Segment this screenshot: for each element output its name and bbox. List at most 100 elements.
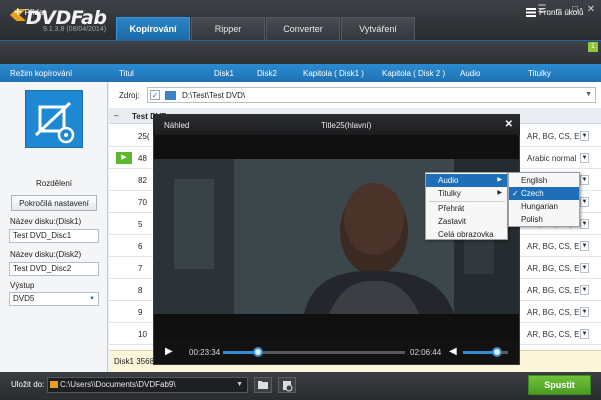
browse-folder-button[interactable] (254, 377, 272, 393)
add-button-label: Přidat (24, 7, 46, 17)
split-mode-label: Rozdělení (35, 179, 73, 188)
col-header-subtitles[interactable]: Titulky (528, 69, 551, 78)
menu-item-label: Zastavit (438, 217, 467, 226)
subtitles-dropdown[interactable]: ▼ (580, 197, 589, 207)
subtitles-dropdown[interactable]: ▼ (580, 131, 589, 141)
menu-item-label: Přehrát (438, 204, 465, 213)
preview-close-icon[interactable]: ✕ (505, 119, 513, 130)
output-path: C:\Users\\Documents\DVDFab9\ (60, 380, 176, 389)
output-path-select[interactable]: C:\Users\\Documents\DVDFab9\ ▼ (47, 377, 248, 393)
audio-option-czech[interactable]: ✓ Czech (509, 187, 579, 200)
subtitles-dropdown[interactable]: ▼ (580, 175, 589, 185)
title-number: 82 (138, 176, 147, 185)
source-checkbox[interactable]: ✓ (150, 90, 160, 100)
submenu-arrow-icon: ▶ (497, 190, 502, 196)
task-queue-button[interactable]: Fronta úkolů (526, 4, 583, 20)
title-number: 9 (138, 308, 143, 317)
tab-label: Kopírování (129, 24, 177, 34)
subtitles-dropdown[interactable]: ▼ (580, 307, 589, 317)
title-number: 70 (138, 198, 147, 207)
folder-icon (165, 91, 176, 100)
menu-item-audio[interactable]: Audio ▶ (426, 174, 507, 187)
subtitles-value: AR, BG, CS, E... (527, 308, 587, 317)
start-button[interactable]: Spustit (528, 375, 591, 395)
audio-option-label: English (521, 176, 548, 185)
column-header-row: Režim kopírování Titul Disk1 Disk2 Kapit… (0, 64, 601, 82)
menu-item-play[interactable]: Přehrát (426, 202, 507, 215)
preview-title-bar[interactable]: Náhled Title25(hlavní) ✕ (153, 114, 520, 135)
split-mode-tile[interactable] (25, 90, 83, 148)
col-header-chapter2[interactable]: Kapitola ( Disk 2 ) (382, 69, 445, 78)
col-header-title[interactable]: Titul (119, 69, 134, 78)
subtitles-dropdown[interactable]: ▼ (580, 329, 589, 339)
subtitles-value: Arabic normal (527, 154, 577, 163)
source-label: Zdroj: (119, 91, 140, 100)
menu-item-label: Celá obrazovka (438, 230, 494, 239)
output-label: Výstup (10, 281, 35, 290)
title-number: 7 (138, 264, 143, 273)
col-header-chapter1[interactable]: Kapitola ( Disk1 ) (303, 69, 364, 78)
tab-label: Converter (283, 24, 323, 34)
subtitles-value: AR, BG, CS, E... (527, 286, 587, 295)
tab-converter[interactable]: Converter (266, 17, 340, 40)
title-number: 6 (138, 242, 143, 251)
split-icon (34, 101, 75, 144)
iso-output-button[interactable] (278, 377, 296, 393)
add-button[interactable]: + Přidat (14, 4, 46, 20)
current-time: 00:23:34 (189, 348, 221, 357)
tab-vytvareni[interactable]: Vytváření (341, 17, 415, 40)
disc-size-text: Disk1 3568 (114, 357, 155, 366)
preview-window-title: Náhled (164, 121, 190, 130)
volume-icon[interactable]: ◀ (449, 346, 457, 357)
subtitles-dropdown[interactable]: ▼ (580, 153, 589, 163)
advanced-settings-button[interactable]: Pokročilá nastavení (11, 195, 97, 211)
output-select[interactable]: DVD5 ▼ (9, 292, 99, 306)
audio-option-label: Polish (521, 215, 543, 224)
volume-handle[interactable] (491, 347, 502, 357)
audio-option-label: Czech (521, 189, 544, 198)
subtitles-dropdown[interactable]: ▼ (580, 219, 589, 229)
seek-handle[interactable] (252, 347, 263, 357)
menu-item-fullscreen[interactable]: Celá obrazovka (426, 228, 507, 241)
disc1-name-input[interactable]: Test DVD_Disc1 (9, 229, 99, 243)
tab-ripper[interactable]: Ripper (191, 17, 265, 40)
disc2-name-label: Název disku:(Disk2) (10, 250, 82, 259)
collapse-icon[interactable]: – (114, 111, 118, 120)
close-icon[interactable]: ✕ (584, 4, 598, 16)
source-select[interactable]: ✓ D:\Test\Test DVD\ ▼ (147, 87, 596, 103)
subtitles-dropdown[interactable]: ▼ (580, 241, 589, 251)
chevron-down-icon[interactable]: ▼ (585, 91, 592, 98)
audio-submenu: English ✓ Czech Hungarian Polish (508, 172, 580, 227)
output-selected-value: DVD5 (13, 294, 35, 303)
play-title-icon[interactable]: ▶ (116, 152, 132, 164)
chevron-down-icon: ▼ (236, 381, 243, 388)
subtitles-dropdown[interactable]: ▼ (580, 285, 589, 295)
subtitles-dropdown[interactable]: ▼ (580, 263, 589, 273)
col-header-disc2[interactable]: Disk2 (257, 69, 277, 78)
tab-label: Ripper (214, 24, 242, 34)
source-path: D:\Test\Test DVD\ (182, 91, 246, 100)
audio-option-english[interactable]: English (509, 174, 579, 187)
title-number: 48 (138, 154, 147, 163)
audio-option-label: Hungarian (521, 202, 558, 211)
total-time: 02:06:44 (410, 348, 442, 357)
title-number: 25( (138, 132, 150, 141)
title-number: 8 (138, 286, 143, 295)
subtitles-value: AR, BG, CS, E... (527, 330, 587, 339)
menu-item-subtitles[interactable]: Titulky ▶ (426, 187, 507, 200)
save-to-label: Uložit do: (11, 380, 45, 389)
tab-label: Vytváření (359, 24, 397, 34)
col-header-disc1[interactable]: Disk1 (214, 69, 234, 78)
menu-item-stop[interactable]: Zastavit (426, 215, 507, 228)
play-icon[interactable]: ▶ (165, 346, 173, 357)
title-number: 5 (138, 220, 143, 229)
disc2-name-input[interactable]: Test DVD_Disc2 (9, 262, 99, 276)
toolbar (0, 40, 601, 64)
subtitles-value: AR, BG, CS, E... (527, 264, 587, 273)
menu-item-label: Titulky (438, 189, 461, 198)
audio-option-hungarian[interactable]: Hungarian (509, 200, 579, 213)
submenu-arrow-icon: ▶ (497, 177, 502, 183)
col-header-audio[interactable]: Audio (460, 69, 480, 78)
audio-option-polish[interactable]: Polish (509, 213, 579, 226)
tab-kopirovani[interactable]: Kopírování (116, 17, 190, 40)
